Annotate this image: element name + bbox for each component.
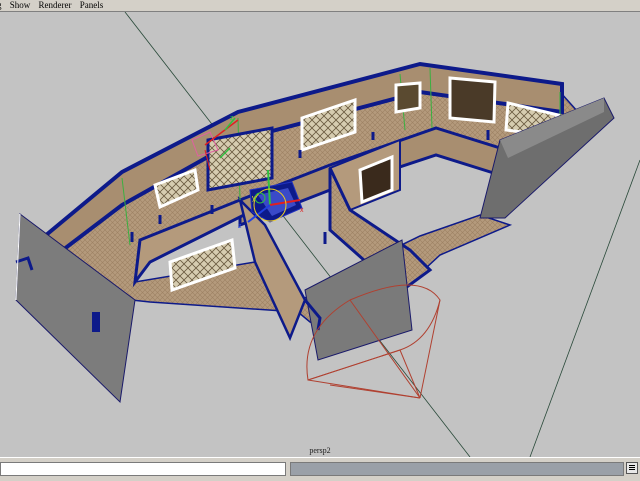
axis-x-label: x [300,207,304,214]
command-input[interactable] [0,462,286,476]
perspective-viewport[interactable]: y z x z [0,12,640,457]
menu-item-panels[interactable]: Panels [80,0,104,11]
menu-item-view[interactable]: g [0,0,2,11]
axis-y-label: y [252,195,256,202]
command-feedback-field [290,462,624,476]
panel-menu-bar: g Show Renderer Panels [0,0,640,12]
axis-z-label: z [238,223,242,230]
maya-window: g Show Renderer Panels [0,0,640,481]
command-line-bar [0,457,640,481]
camera-name-label: persp2 [309,446,331,455]
menu-item-show[interactable]: Show [10,0,31,11]
menu-item-renderer[interactable]: Renderer [39,0,72,11]
script-editor-icon[interactable] [626,462,638,474]
light-axis-label: z [230,115,234,122]
